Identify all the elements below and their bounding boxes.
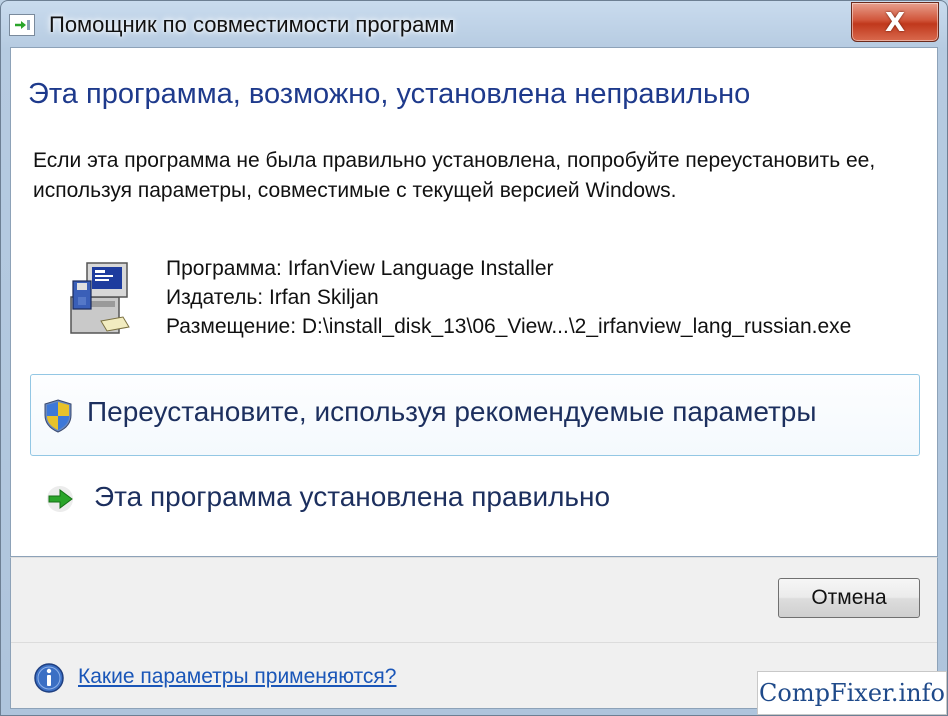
content-panel: Эта программа, возможно, установлена неп… <box>10 47 938 557</box>
installer-program-icon <box>67 261 135 342</box>
close-icon: X <box>884 8 906 38</box>
description-text: Если эта программа не была правильно уст… <box>33 149 876 202</box>
page-title: Эта программа, возможно, установлена неп… <box>28 78 751 110</box>
compatibility-assistant-icon <box>9 14 35 36</box>
installed-ok-option-label: Эта программа установлена правильно <box>94 481 611 512</box>
title-bar[interactable]: Помощник по совместимости программ X <box>1 1 947 47</box>
watermark-logo: CompFixer.info <box>757 671 947 715</box>
program-name-line: Программа: IrfanView Language Installer <box>166 257 554 280</box>
program-details: Программа: IrfanView Language Installer … <box>166 254 851 341</box>
compatibility-dialog: Помощник по совместимости программ X Эта… <box>0 0 948 716</box>
reinstall-recommended-option[interactable]: Переустановите, используя рекомендуемые … <box>30 374 920 456</box>
publisher-line: Издатель: Irfan Skiljan <box>166 286 379 309</box>
cancel-button[interactable]: Отмена <box>778 578 920 618</box>
footer-divider <box>11 642 937 643</box>
location-line: Размещение: D:\install_disk_13\06_View..… <box>166 315 852 338</box>
info-icon <box>33 662 65 699</box>
help-link[interactable]: Какие параметры применяются? <box>78 665 397 689</box>
window-title: Помощник по совместимости программ <box>49 12 455 37</box>
reinstall-option-label: Переустановите, используя рекомендуемые … <box>87 396 817 427</box>
uac-shield-icon <box>43 399 73 438</box>
installed-correctly-option[interactable]: Эта программа установлена правильно <box>30 468 920 528</box>
close-button[interactable]: X <box>851 2 939 42</box>
green-arrow-icon <box>45 485 75 518</box>
